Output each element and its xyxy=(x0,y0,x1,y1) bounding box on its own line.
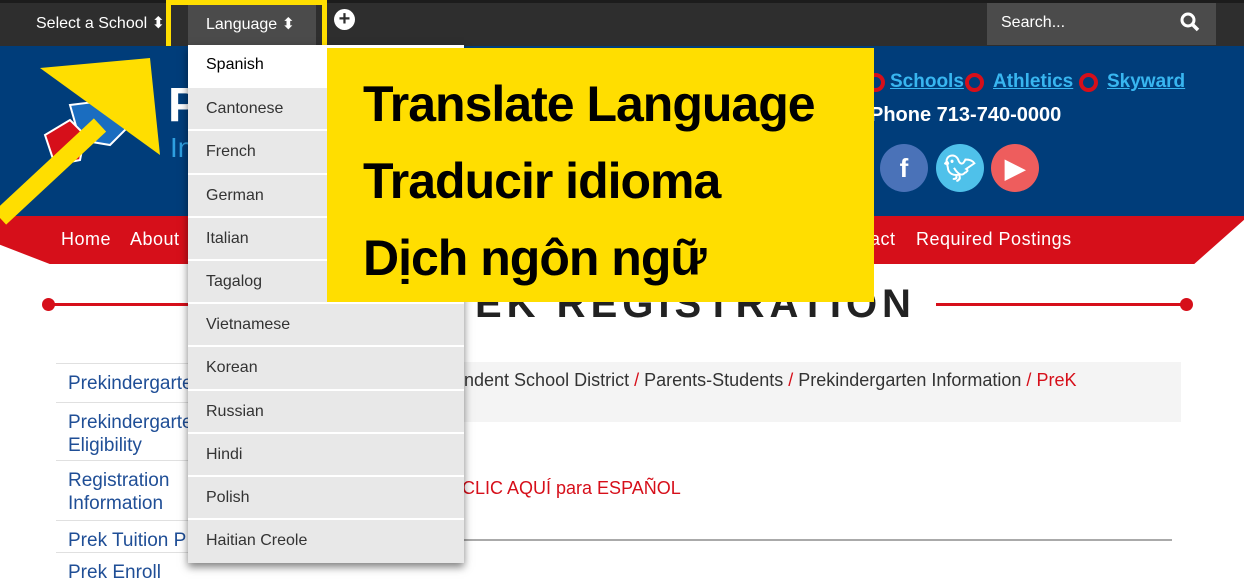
nav-required-postings[interactable]: Required Postings xyxy=(916,229,1072,250)
nav-home[interactable]: Home xyxy=(61,229,111,250)
breadcrumb-separator: / xyxy=(1026,370,1032,390)
breadcrumb-link[interactable]: Prekindergarten Information xyxy=(798,370,1021,390)
callout-line: Dịch ngôn ngữ xyxy=(363,230,707,286)
language-option-korean[interactable]: Korean xyxy=(188,347,464,391)
divider-dot xyxy=(42,298,55,311)
language-option-hindi[interactable]: Hindi xyxy=(188,434,464,477)
select-school-label: Select a School xyxy=(36,15,148,32)
sort-arrows-icon: ⬍ xyxy=(151,15,166,32)
breadcrumb-current: PreK xyxy=(1036,370,1077,390)
language-option-polish[interactable]: Polish xyxy=(188,477,464,521)
select-school-dropdown[interactable]: Select a School ⬍ xyxy=(36,13,165,33)
language-option-vietnamese[interactable]: Vietnamese xyxy=(188,304,464,348)
spanish-link[interactable]: CLIC AQUÍ para ESPAÑOL xyxy=(462,478,681,499)
sidebar-item[interactable]: Prekindergarten xyxy=(56,363,191,402)
twitter-icon[interactable]: 🐦︎ xyxy=(936,144,984,192)
breadcrumb: endent School District / Parents-Student… xyxy=(440,362,1181,422)
ring-icon xyxy=(965,73,984,92)
language-option-haitian-creole[interactable]: Haitian Creole xyxy=(188,520,464,563)
divider-dot xyxy=(1180,298,1193,311)
facebook-icon[interactable]: f xyxy=(880,144,928,192)
schools-link[interactable]: Schools xyxy=(890,71,964,93)
sidebar-item[interactable]: Registration Information xyxy=(56,460,191,520)
callout-line: Translate Language xyxy=(363,76,816,132)
sidebar-item[interactable]: Prekindergarten Eligibility Guidelines xyxy=(56,402,191,460)
sidebar-item[interactable]: Prek Enroll xyxy=(56,552,191,582)
plus-circle-icon[interactable]: + xyxy=(334,9,355,30)
sidebar-item[interactable]: Prek Tuition P xyxy=(56,520,191,552)
language-option-russian[interactable]: Russian xyxy=(188,391,464,434)
translate-callout: Translate Language Traducir idioma Dịch … xyxy=(327,48,874,302)
youtube-icon[interactable]: ▶ xyxy=(991,144,1039,192)
content-divider xyxy=(462,539,1172,541)
athletics-link[interactable]: Athletics xyxy=(993,71,1073,93)
search-icon[interactable] xyxy=(1180,12,1200,32)
highlight-outline xyxy=(166,0,327,51)
ring-icon xyxy=(1079,73,1098,92)
breadcrumb-separator: / xyxy=(634,370,640,390)
breadcrumb-link[interactable]: Parents-Students xyxy=(644,370,783,390)
nav-about[interactable]: About xyxy=(130,229,180,250)
skyward-link[interactable]: Skyward xyxy=(1107,71,1185,93)
pointer-arrow-icon xyxy=(0,58,160,225)
breadcrumb-link[interactable]: endent School District xyxy=(454,370,629,390)
phone-number: Phone 713-740-0000 xyxy=(870,104,1062,126)
callout-line: Traducir idioma xyxy=(363,153,721,209)
breadcrumb-separator: / xyxy=(788,370,794,390)
